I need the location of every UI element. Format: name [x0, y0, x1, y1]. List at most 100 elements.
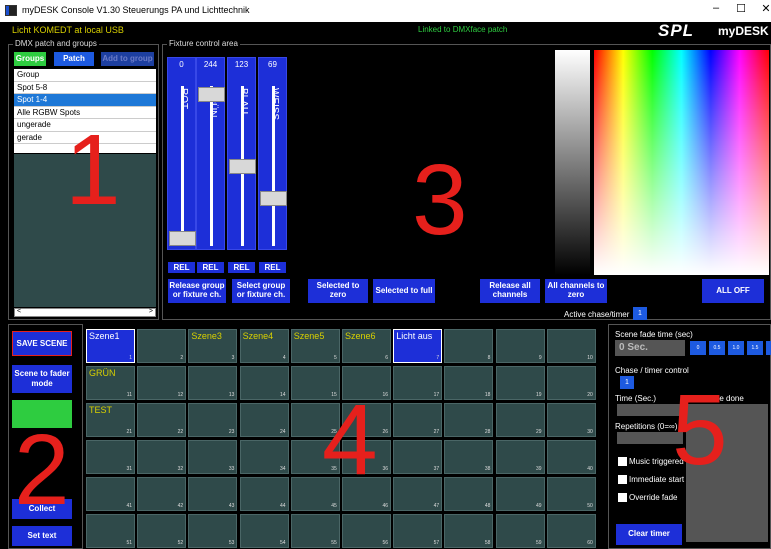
fader-label: WEISS — [269, 88, 280, 121]
all-channels-to-zero-button[interactable]: All channels to zero — [545, 279, 607, 303]
scene-cell[interactable]: 51 — [86, 514, 135, 548]
release-channel-button[interactable]: REL — [197, 262, 224, 273]
tab-groups[interactable]: Groups — [14, 52, 46, 66]
scene-cell[interactable]: 55 — [290, 514, 340, 548]
minimize-button[interactable]: – — [706, 2, 726, 14]
fader-knob[interactable] — [169, 231, 196, 246]
immediate-start-checkbox[interactable] — [618, 475, 627, 484]
fader-knob[interactable] — [229, 159, 256, 174]
fade-step-button[interactable]: 1.0 — [728, 341, 744, 355]
scene-cell[interactable]: 39 — [495, 440, 545, 474]
scene-cell[interactable]: GRÜN 11 — [86, 366, 135, 400]
active-chase-value[interactable]: 1 — [633, 307, 647, 320]
scene-cell[interactable]: 56 — [342, 514, 391, 548]
scene-cell[interactable]: 2 — [137, 329, 187, 363]
scene-cell[interactable]: 19 — [495, 366, 545, 400]
maximize-button[interactable]: ☐ — [731, 2, 751, 15]
scene-cell[interactable]: 50 — [546, 477, 596, 511]
horizontal-scrollbar[interactable]: < > — [14, 308, 156, 317]
scene-cell[interactable]: 54 — [239, 514, 289, 548]
selected-to-zero-button[interactable]: Selected to zero — [308, 279, 368, 303]
fader-track[interactable] — [181, 86, 184, 246]
scene-to-fader-button[interactable]: Scene to fader mode — [12, 365, 72, 393]
overlay-number-3: 3 — [412, 144, 468, 256]
fade-step-button[interactable]: 0 — [690, 341, 706, 355]
scene-cell[interactable]: 28 — [444, 403, 494, 437]
scene-cell[interactable]: 30 — [546, 403, 596, 437]
list-item[interactable]: Group — [14, 69, 156, 82]
scene-cell[interactable]: 58 — [444, 514, 494, 548]
release-channel-button[interactable]: REL — [168, 262, 195, 273]
list-item[interactable]: Spot 5-8 — [14, 82, 156, 94]
scene-cell[interactable]: 34 — [239, 440, 289, 474]
fade-step-button[interactable]: 1.5 — [747, 341, 763, 355]
scene-cell[interactable]: 17 — [393, 366, 443, 400]
scene-cell[interactable]: 59 — [495, 514, 545, 548]
scene-cell[interactable]: 22 — [137, 403, 187, 437]
fade-step-button[interactable]: 0.5 — [709, 341, 725, 355]
scene-cell[interactable]: Szene6 6 — [342, 329, 391, 363]
scene-cell[interactable]: 42 — [137, 477, 187, 511]
select-group-button[interactable]: Select group or fixture ch. — [232, 279, 290, 303]
scene-cell[interactable]: 18 — [444, 366, 494, 400]
scene-cell[interactable]: 41 — [86, 477, 135, 511]
release-group-button[interactable]: Release group or fixture ch. — [168, 279, 226, 303]
repetitions-label: Repetitions (0=∞) — [615, 422, 678, 431]
scene-cell[interactable]: 24 — [239, 403, 289, 437]
release-channel-button[interactable]: REL — [228, 262, 255, 273]
tab-patch[interactable]: Patch — [54, 52, 94, 66]
close-button[interactable]: ✕ — [756, 2, 771, 15]
scene-cell[interactable]: 13 — [188, 366, 238, 400]
scene-cell[interactable]: 57 — [393, 514, 443, 548]
list-item[interactable]: Spot 1-4 — [14, 94, 156, 107]
scene-cell[interactable]: 40 — [546, 440, 596, 474]
clear-timer-button[interactable]: Clear timer — [616, 524, 682, 545]
scene-cell[interactable]: 10 — [546, 329, 596, 363]
scene-cell[interactable]: 53 — [188, 514, 238, 548]
scene-cell[interactable]: TEST 21 — [86, 403, 135, 437]
fade-step-button[interactable]: 2 — [766, 341, 771, 355]
release-channel-button[interactable]: REL — [259, 262, 286, 273]
scene-cell[interactable]: 14 — [239, 366, 289, 400]
add-to-group-button[interactable]: Add to group — [101, 52, 154, 66]
color-picker[interactable] — [594, 50, 769, 275]
fader-knob[interactable] — [198, 87, 225, 102]
scene-cell[interactable]: 44 — [239, 477, 289, 511]
scroll-left-arrow-icon[interactable]: < — [17, 308, 21, 315]
scene-cell[interactable]: 60 — [546, 514, 596, 548]
scene-cell[interactable]: 38 — [444, 440, 494, 474]
scene-cell[interactable]: Szene5 5 — [290, 329, 340, 363]
brightness-slider[interactable] — [555, 50, 590, 275]
fader-knob[interactable] — [260, 190, 287, 206]
set-text-button[interactable]: Set text — [12, 526, 72, 546]
scene-cell[interactable]: 49 — [495, 477, 545, 511]
scene-cell[interactable]: Szene3 3 — [188, 329, 238, 363]
selected-to-full-button[interactable]: Selected to full — [373, 279, 435, 303]
save-scene-button[interactable]: SAVE SCENE — [12, 331, 72, 356]
scene-cell[interactable]: 33 — [188, 440, 238, 474]
fade-time-value: 0 Sec. — [615, 340, 685, 356]
scene-cell[interactable]: 52 — [137, 514, 187, 548]
scene-cell[interactable]: 9 — [495, 329, 545, 363]
music-triggered-checkbox[interactable] — [618, 457, 627, 466]
scene-cell[interactable]: 20 — [546, 366, 596, 400]
release-all-channels-button[interactable]: Release all channels — [480, 279, 540, 303]
chase-timer-value[interactable]: 1 — [620, 376, 634, 389]
scene-cell[interactable]: 37 — [393, 440, 443, 474]
scroll-right-arrow-icon[interactable]: > — [149, 308, 153, 315]
scene-cell[interactable]: 32 — [137, 440, 187, 474]
override-fade-checkbox[interactable] — [618, 493, 627, 502]
scene-cell[interactable]: 29 — [495, 403, 545, 437]
scene-cell[interactable]: 8 — [444, 329, 494, 363]
scene-cell[interactable]: 47 — [393, 477, 443, 511]
all-off-button[interactable]: ALL OFF — [702, 279, 764, 303]
scene-cell[interactable]: 31 — [86, 440, 135, 474]
scene-cell[interactable]: Szene4 4 — [239, 329, 289, 363]
scene-cell[interactable]: 48 — [444, 477, 494, 511]
scene-cell[interactable]: 43 — [188, 477, 238, 511]
scene-cell[interactable]: 27 — [393, 403, 443, 437]
scene-cell[interactable]: 23 — [188, 403, 238, 437]
scene-cell[interactable]: Licht aus 7 — [393, 329, 443, 363]
scene-cell[interactable]: Szene1 1 — [86, 329, 135, 363]
scene-cell[interactable]: 12 — [137, 366, 187, 400]
